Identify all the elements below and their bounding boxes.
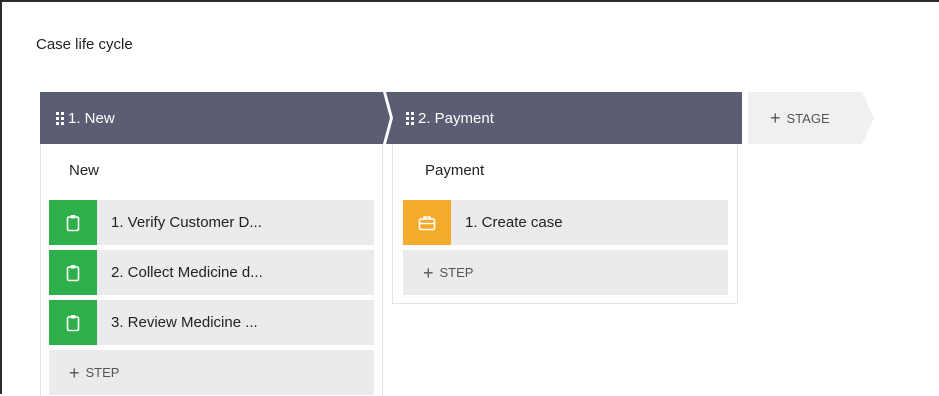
add-step-label: STEP xyxy=(439,265,474,280)
case-life-cycle-panel: Case life cycle 1. New 2. Payment + STAG… xyxy=(0,0,939,396)
add-step-button[interactable]: + STEP xyxy=(403,250,728,295)
stage-header-payment[interactable]: 2. Payment xyxy=(386,92,742,144)
plus-icon: + xyxy=(423,262,434,283)
step-label: 2. Collect Medicine d... xyxy=(111,264,263,281)
add-step-button[interactable]: + STEP xyxy=(49,350,374,395)
stage-title: 1. New xyxy=(68,109,115,127)
panel-title: Case life cycle xyxy=(36,36,133,53)
process-name[interactable]: New xyxy=(69,162,99,179)
stage-body-new: New 1. Verify Customer D... 2. Collect M… xyxy=(40,144,383,396)
drag-handle-icon[interactable] xyxy=(406,111,414,125)
step-collect-medicine[interactable]: 2. Collect Medicine d... xyxy=(49,250,374,295)
step-label: 3. Review Medicine ... xyxy=(111,314,258,331)
step-label: 1. Verify Customer D... xyxy=(111,214,262,231)
add-stage-label: STAGE xyxy=(786,110,830,126)
step-verify-customer[interactable]: 1. Verify Customer D... xyxy=(49,200,374,245)
plus-icon: + xyxy=(69,362,80,383)
clipboard-icon xyxy=(49,200,97,245)
plus-icon: + xyxy=(770,108,781,128)
stage-title: 2. Payment xyxy=(418,109,494,127)
step-label: 1. Create case xyxy=(465,214,563,231)
clipboard-icon xyxy=(49,250,97,295)
add-step-label: STEP xyxy=(85,365,120,380)
add-stage-button[interactable]: + STAGE xyxy=(748,92,874,144)
briefcase-icon xyxy=(403,200,451,245)
step-review-medicine[interactable]: 3. Review Medicine ... xyxy=(49,300,374,345)
step-create-case[interactable]: 1. Create case xyxy=(403,200,728,245)
process-name[interactable]: Payment xyxy=(425,162,484,179)
stage-body-payment: Payment 1. Create case + STEP xyxy=(392,144,738,304)
clipboard-icon xyxy=(49,300,97,345)
stage-header-new[interactable]: 1. New xyxy=(40,92,390,144)
drag-handle-icon[interactable] xyxy=(56,111,64,125)
